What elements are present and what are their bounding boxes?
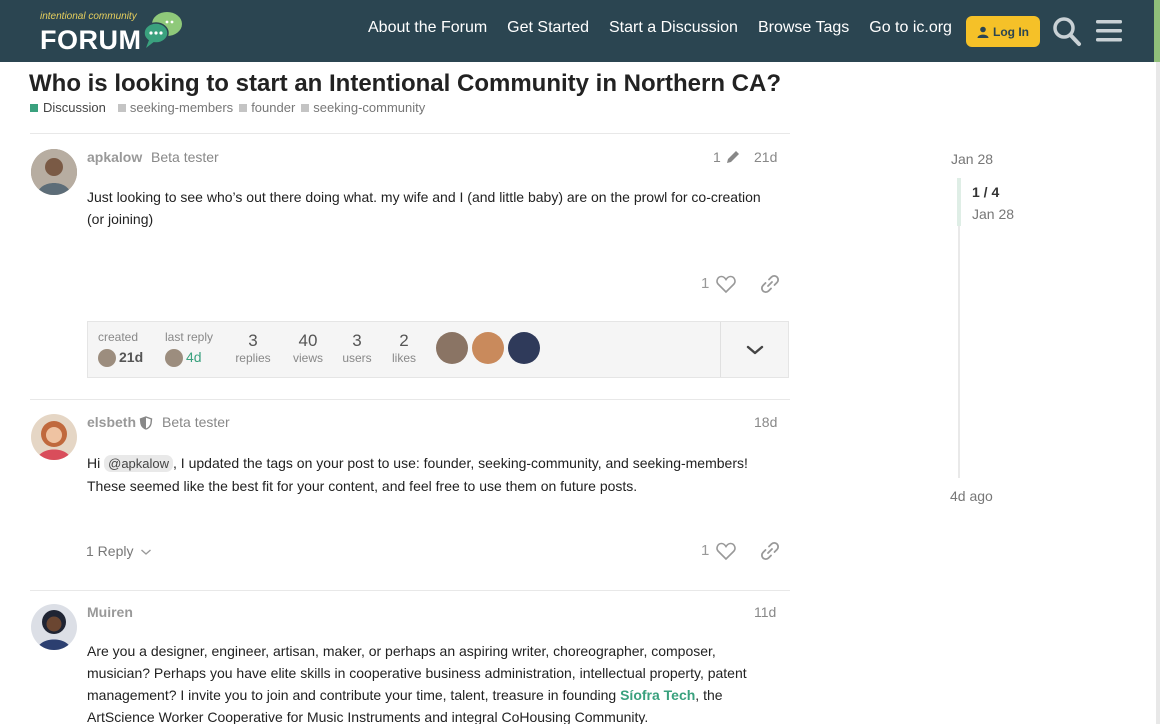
timeline-position: 1 / 4 [972, 184, 1000, 200]
post-divider [30, 590, 790, 591]
topic-map: created 21d last reply 4d 3 replies 40 v… [87, 321, 789, 378]
nav-about-forum[interactable]: About the Forum [368, 19, 487, 37]
chevron-down-icon [141, 549, 152, 555]
tag-swatch [117, 103, 126, 112]
participant-avatar-muiren[interactable] [508, 332, 540, 364]
logo-tagline: intentional community [40, 11, 137, 22]
heart-icon[interactable] [715, 273, 737, 295]
nav-start-discussion[interactable]: Start a Discussion [609, 19, 738, 37]
last-reply-label: last reply [165, 330, 214, 344]
replies-count: 3 [248, 331, 258, 350]
avatar-elsbeth[interactable] [31, 414, 77, 460]
last-replier-avatar[interactable] [165, 349, 183, 368]
avatar-muiren[interactable] [31, 604, 77, 650]
avatar-image [31, 604, 77, 650]
hamburger-menu-icon[interactable] [1096, 17, 1122, 45]
views-label: views [292, 351, 323, 365]
link-icon[interactable] [759, 540, 781, 562]
post-divider [30, 399, 790, 400]
likes-count: 2 [399, 331, 409, 350]
topic-tags: Discussion seeking-members founder seeki… [30, 100, 431, 115]
chevron-down-icon [746, 345, 763, 354]
nav-browse-tags[interactable]: Browse Tags [758, 19, 849, 37]
created-summary: created 21d [98, 330, 143, 368]
post-user-title: Beta tester [151, 149, 219, 165]
tag-swatch [301, 103, 310, 112]
replies-toggle[interactable]: 1 Reply [86, 543, 152, 559]
post-date[interactable]: 11d [754, 604, 776, 620]
main-nav: About the Forum Get Started Start a Disc… [368, 19, 952, 37]
post-user-title: Beta tester [162, 414, 230, 430]
scrollbar-strip [1156, 62, 1160, 724]
post-date[interactable]: 18d [754, 414, 777, 430]
avatar-apkalow[interactable] [31, 149, 77, 195]
participant-avatar-apkalow[interactable] [436, 332, 468, 364]
user-icon [977, 26, 989, 38]
replies-label: replies [235, 351, 271, 365]
like-count: 1 [701, 275, 710, 292]
post-username[interactable]: elsbeth [87, 414, 136, 430]
site-header: intentional community FORUM About the Fo… [0, 0, 1160, 62]
timeline-start-date[interactable]: Jan 28 [951, 151, 993, 167]
nav-go-to-icorg[interactable]: Go to ic.org [869, 19, 952, 37]
last-reply-value[interactable]: 4d [186, 349, 202, 365]
last-reply-row: 4d [165, 349, 213, 368]
user-mention[interactable]: @apkalow [104, 455, 174, 472]
likes-stat: 2 likes [384, 331, 424, 365]
replies-stat: 3 replies [233, 331, 273, 365]
heart-icon[interactable] [715, 540, 737, 562]
link-icon[interactable] [759, 273, 781, 295]
created-label: created [98, 330, 139, 344]
logo-text: FORUM [40, 25, 142, 55]
avatar-image [31, 149, 77, 195]
post-body: Just looking to see who’s out there doin… [87, 189, 761, 227]
timeline-position-date: Jan 28 [972, 206, 1015, 222]
created-value[interactable]: 21d [119, 349, 143, 365]
login-label: Log In [993, 24, 1029, 39]
participant-avatar-elsbeth[interactable] [472, 332, 504, 364]
expand-topic-map-button[interactable] [720, 322, 788, 377]
post-divider [30, 133, 790, 134]
category-discussion[interactable]: Discussion [43, 100, 106, 115]
users-label: users [342, 351, 372, 365]
avatar-image [31, 414, 77, 460]
replies-toggle-label: 1 Reply [86, 543, 134, 559]
topic-title[interactable]: Who is looking to start an Intentional C… [29, 70, 781, 98]
post-body-greeting: Hi [87, 455, 101, 471]
category-color-swatch [30, 103, 38, 112]
post-date[interactable]: 21d [754, 149, 777, 165]
tag-swatch [239, 103, 248, 112]
timeline-handle[interactable] [957, 178, 961, 226]
users-stat: 3 users [337, 331, 377, 365]
views-count: 40 [298, 331, 318, 350]
likes-label: likes [391, 351, 416, 365]
login-button[interactable]: Log In [966, 16, 1040, 47]
like-count: 1 [701, 542, 710, 559]
siofra-tech-link[interactable]: Síofra Tech [620, 687, 695, 703]
pencil-icon[interactable] [724, 148, 742, 166]
edit-count[interactable]: 1 [713, 149, 721, 165]
last-reply-summary: last reply 4d [165, 330, 214, 368]
chat-bubble-icon [143, 12, 182, 48]
creator-avatar[interactable] [98, 349, 116, 368]
users-count: 3 [352, 331, 362, 350]
tag-seeking-community[interactable]: seeking-community [313, 100, 425, 115]
timeline-end-date[interactable]: 4d ago [950, 488, 993, 504]
views-stat: 40 views [288, 331, 328, 365]
created-row: 21d [98, 349, 143, 368]
search-icon[interactable] [1052, 15, 1082, 47]
post-body: Are you a designer, engineer, artisan, m… [87, 640, 777, 724]
post-body: Hi @apkalow, I updated the tags on your … [87, 452, 777, 497]
post-body-text: , I updated the tags on your post to use… [87, 455, 748, 494]
post-username[interactable]: Muiren [87, 604, 133, 620]
tag-seeking-members[interactable]: seeking-members [130, 100, 233, 115]
shield-icon [139, 416, 153, 430]
nav-get-started[interactable]: Get Started [507, 19, 589, 37]
post-username[interactable]: apkalow [87, 149, 142, 165]
tag-founder[interactable]: founder [251, 100, 295, 115]
